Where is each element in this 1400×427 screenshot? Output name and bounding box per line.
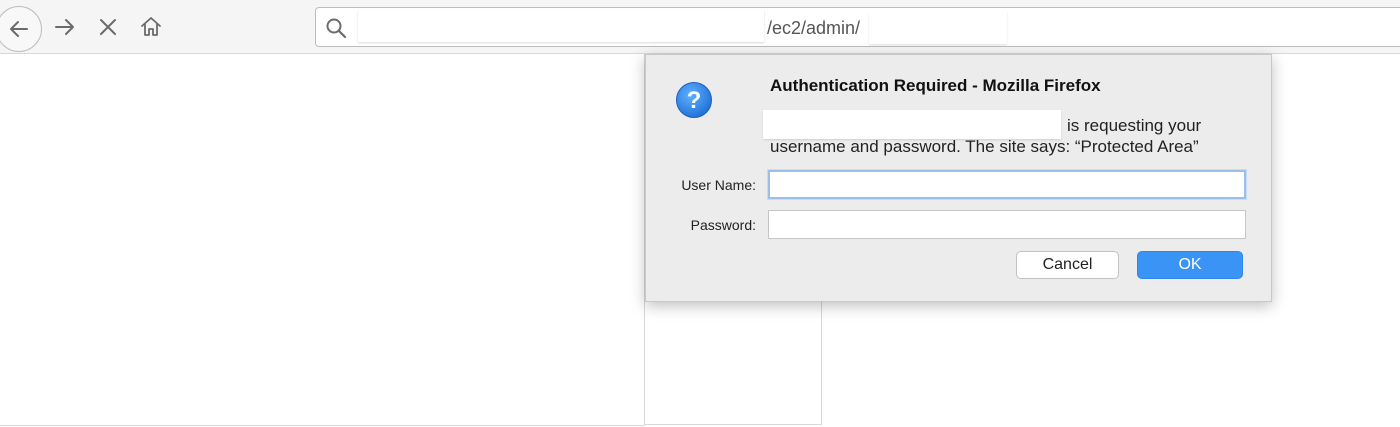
home-icon <box>141 17 161 36</box>
host-redaction-block <box>763 110 1061 139</box>
page-content-area <box>0 54 645 426</box>
svg-text:?: ? <box>687 87 702 114</box>
url-redaction-block <box>358 10 764 42</box>
dialog-title: Authentication Required - Mozilla Firefo… <box>770 76 1101 95</box>
page-content-area <box>645 300 822 425</box>
username-label: User Name: <box>681 177 756 193</box>
auth-dialog: ? Authentication Required - Mozilla Fire… <box>645 54 1272 302</box>
back-arrow-icon <box>10 21 28 37</box>
cancel-button[interactable]: Cancel <box>1016 251 1119 279</box>
url-redaction-block <box>869 12 1007 44</box>
dialog-message-line1: is requesting your <box>1067 116 1202 135</box>
username-field[interactable] <box>768 170 1246 199</box>
home-button[interactable] <box>138 14 164 40</box>
url-bar[interactable]: /ec2/admin/ <box>315 7 1400 47</box>
question-mark-icon: ? <box>676 82 712 118</box>
dialog-message-line2: username and password. The site says: “P… <box>770 137 1199 156</box>
search-icon <box>326 18 347 39</box>
url-path-text[interactable]: /ec2/admin/ <box>767 18 860 39</box>
stop-button[interactable] <box>95 14 121 40</box>
forward-button[interactable] <box>52 14 78 40</box>
forward-arrow-icon <box>55 19 74 35</box>
ok-button[interactable]: OK <box>1137 251 1243 279</box>
browser-toolbar: /ec2/admin/ <box>0 0 1400 54</box>
password-field[interactable] <box>768 210 1246 239</box>
password-label: Password: <box>690 217 756 233</box>
stop-icon <box>100 19 116 35</box>
back-button[interactable] <box>0 6 42 52</box>
